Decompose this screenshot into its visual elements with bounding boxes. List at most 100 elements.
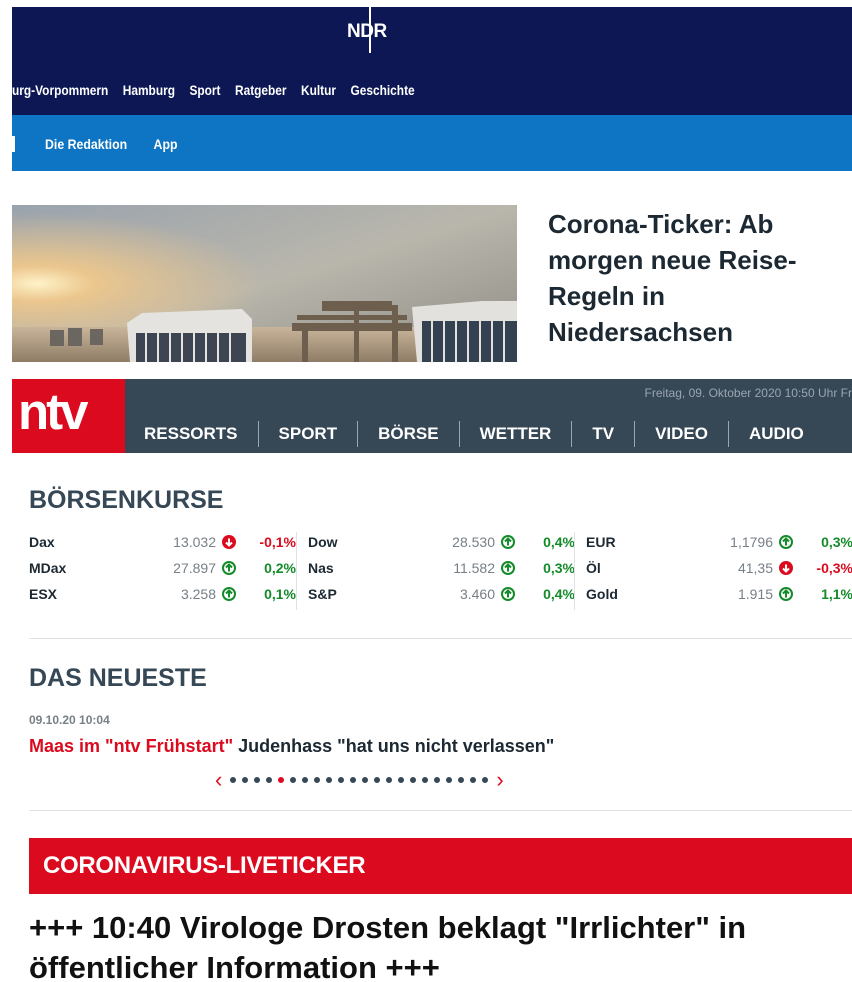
pager-dot[interactable] bbox=[230, 777, 237, 783]
boersenkurse-title[interactable]: BÖRSENKURSE bbox=[29, 486, 223, 515]
news-timestamp: 09.10.20 10:04 bbox=[29, 713, 110, 727]
pager-dot[interactable] bbox=[386, 777, 393, 783]
ndr-logo[interactable]: NDR bbox=[347, 21, 387, 43]
pager-dot[interactable] bbox=[242, 777, 249, 783]
news-kicker: Maas im "ntv Frühstart" bbox=[29, 736, 234, 756]
stock-change: 1,1% bbox=[821, 586, 852, 602]
pager-dot[interactable] bbox=[482, 777, 489, 783]
stock-change: -0,3% bbox=[816, 560, 852, 576]
ntv-logo-text: ntv bbox=[18, 383, 88, 440]
stock-change: 0,3% bbox=[821, 534, 852, 550]
pager-dot[interactable] bbox=[398, 777, 405, 783]
pager-dot[interactable] bbox=[254, 777, 261, 783]
stock-name: Dax bbox=[29, 534, 55, 550]
ndr-header: NDR urg-Vorpommern Hamburg Sport Ratgebe… bbox=[12, 7, 852, 115]
stock-name: ESX bbox=[29, 586, 58, 602]
liveticker-banner[interactable]: CORONAVIRUS-LIVETICKER bbox=[29, 838, 852, 894]
ntv-nav-ressorts[interactable]: RESSORTS bbox=[125, 421, 258, 447]
pager-dots bbox=[230, 777, 489, 783]
stock-row[interactable]: Nas 11.582 0,3% bbox=[308, 558, 575, 578]
teaser-headline[interactable]: Corona-Ticker: Ab morgen neue Reise-Rege… bbox=[548, 206, 848, 350]
ndr-nav-item-hamburg[interactable]: Hamburg bbox=[123, 82, 175, 98]
stock-change: -0,1% bbox=[259, 534, 296, 550]
ndr-nav-item-ratgeber[interactable]: Ratgeber bbox=[235, 82, 287, 98]
ndr-nav-item-geschichte[interactable]: Geschichte bbox=[350, 82, 414, 98]
pager-dot[interactable] bbox=[314, 777, 321, 783]
pager-dot[interactable] bbox=[326, 777, 333, 783]
stock-row[interactable]: Dow 28.530 0,4% bbox=[308, 532, 575, 552]
ndr-subnav-redaktion[interactable]: Die Redaktion bbox=[45, 136, 127, 152]
ndr-subnav-app[interactable]: App bbox=[154, 136, 178, 152]
pager-dot[interactable] bbox=[410, 777, 417, 783]
teaser-image-beach-chairs[interactable] bbox=[12, 205, 517, 362]
section-divider bbox=[29, 638, 852, 639]
stock-change: 0,1% bbox=[264, 586, 296, 602]
neueste-title[interactable]: DAS NEUESTE bbox=[29, 664, 207, 693]
pager-dot[interactable] bbox=[446, 777, 453, 783]
ndr-nav-item-mv[interactable]: urg-Vorpommern bbox=[12, 82, 108, 98]
arrow-up-icon bbox=[779, 587, 793, 601]
chevron-left-icon[interactable]: ‹ bbox=[215, 769, 222, 791]
pager-dot[interactable] bbox=[290, 777, 297, 783]
pager-dot[interactable] bbox=[278, 777, 285, 783]
stock-row[interactable]: MDax 27.897 0,2% bbox=[29, 558, 296, 578]
pager-dot[interactable] bbox=[362, 777, 369, 783]
stock-value: 11.582 bbox=[453, 560, 495, 576]
stock-name: Gold bbox=[586, 586, 618, 602]
pager-dot[interactable] bbox=[302, 777, 309, 783]
arrow-down-icon bbox=[222, 535, 236, 549]
ntv-nav-tv[interactable]: TV bbox=[571, 421, 634, 447]
stock-row[interactable]: S&P 3.460 0,4% bbox=[308, 584, 575, 604]
stock-row[interactable]: ESX 3.258 0,1% bbox=[29, 584, 296, 604]
ndr-subnav-bar: Die Redaktion App bbox=[12, 115, 852, 171]
stock-row[interactable]: EUR 1,1796 0,3% bbox=[586, 532, 852, 552]
liveticker-headline[interactable]: +++ 10:40 Virologe Drosten beklagt "Irrl… bbox=[29, 908, 852, 982]
stock-value: 3.460 bbox=[459, 586, 495, 602]
news-item-link[interactable]: Maas im "ntv Frühstart" Judenhass "hat u… bbox=[29, 736, 554, 757]
pager-dot[interactable] bbox=[350, 777, 357, 783]
ntv-main-nav: RESSORTS SPORT BÖRSE WETTER TV VIDEO AUD… bbox=[125, 416, 824, 452]
arrow-up-icon bbox=[222, 561, 236, 575]
stock-name: Öl bbox=[586, 560, 601, 576]
ntv-logo[interactable]: ntv bbox=[12, 379, 125, 453]
pager-dot[interactable] bbox=[458, 777, 465, 783]
stock-name: MDax bbox=[29, 560, 67, 576]
stock-value: 1,1796 bbox=[730, 534, 773, 550]
arrow-down-icon bbox=[779, 561, 793, 575]
ndr-nav-item-sport[interactable]: Sport bbox=[189, 82, 220, 98]
stock-row[interactable]: Gold 1.915 1,1% bbox=[586, 584, 852, 604]
pager-dot[interactable] bbox=[470, 777, 477, 783]
stock-row[interactable]: Dax 13.032 -0,1% bbox=[29, 532, 296, 552]
pager-dot[interactable] bbox=[422, 777, 429, 783]
arrow-up-icon bbox=[779, 535, 793, 549]
stock-row[interactable]: Öl 41,35 -0,3% bbox=[586, 558, 852, 578]
stock-change: 0,4% bbox=[543, 534, 575, 550]
ntv-header: ntv Freitag, 09. Oktober 2020 10:50 Uhr … bbox=[12, 379, 852, 453]
news-headline: Judenhass "hat uns nicht verlassen" bbox=[238, 736, 555, 756]
stock-column: EUR 1,1796 0,3% Öl 41,35 -0,3% Gold 1.915 1,1% bbox=[574, 532, 852, 610]
ndr-subnav-edge bbox=[12, 136, 15, 152]
arrow-up-icon bbox=[501, 561, 515, 575]
pager-dot[interactable] bbox=[374, 777, 381, 783]
ntv-nav-sport[interactable]: SPORT bbox=[257, 421, 358, 447]
ntv-nav-boerse[interactable]: BÖRSE bbox=[357, 421, 458, 447]
ntv-nav-video[interactable]: VIDEO bbox=[634, 421, 728, 447]
stock-name: Dow bbox=[308, 534, 338, 550]
pager-dot[interactable] bbox=[338, 777, 345, 783]
stock-value: 3.258 bbox=[180, 586, 216, 602]
liveticker-label: CORONAVIRUS-LIVETICKER bbox=[43, 852, 366, 879]
pager-dot[interactable] bbox=[266, 777, 273, 783]
stock-value: 41,35 bbox=[737, 560, 773, 576]
ndr-main-nav: urg-Vorpommern Hamburg Sport Ratgeber Ku… bbox=[12, 82, 415, 98]
stock-change: 0,2% bbox=[264, 560, 296, 576]
chevron-right-icon[interactable]: › bbox=[496, 769, 503, 791]
ntv-nav-wetter[interactable]: WETTER bbox=[458, 421, 572, 447]
ntv-nav-audio[interactable]: AUDIO bbox=[727, 421, 824, 447]
stock-change: 0,3% bbox=[543, 560, 575, 576]
ndr-nav-item-kultur[interactable]: Kultur bbox=[301, 82, 336, 98]
arrow-up-icon bbox=[501, 587, 515, 601]
stock-value: 27.897 bbox=[173, 560, 216, 576]
stock-value: 1.915 bbox=[737, 586, 773, 602]
stock-column: Dow 28.530 0,4% Nas 11.582 0,3% S&P 3.460 0,4% bbox=[296, 532, 575, 610]
pager-dot[interactable] bbox=[434, 777, 441, 783]
